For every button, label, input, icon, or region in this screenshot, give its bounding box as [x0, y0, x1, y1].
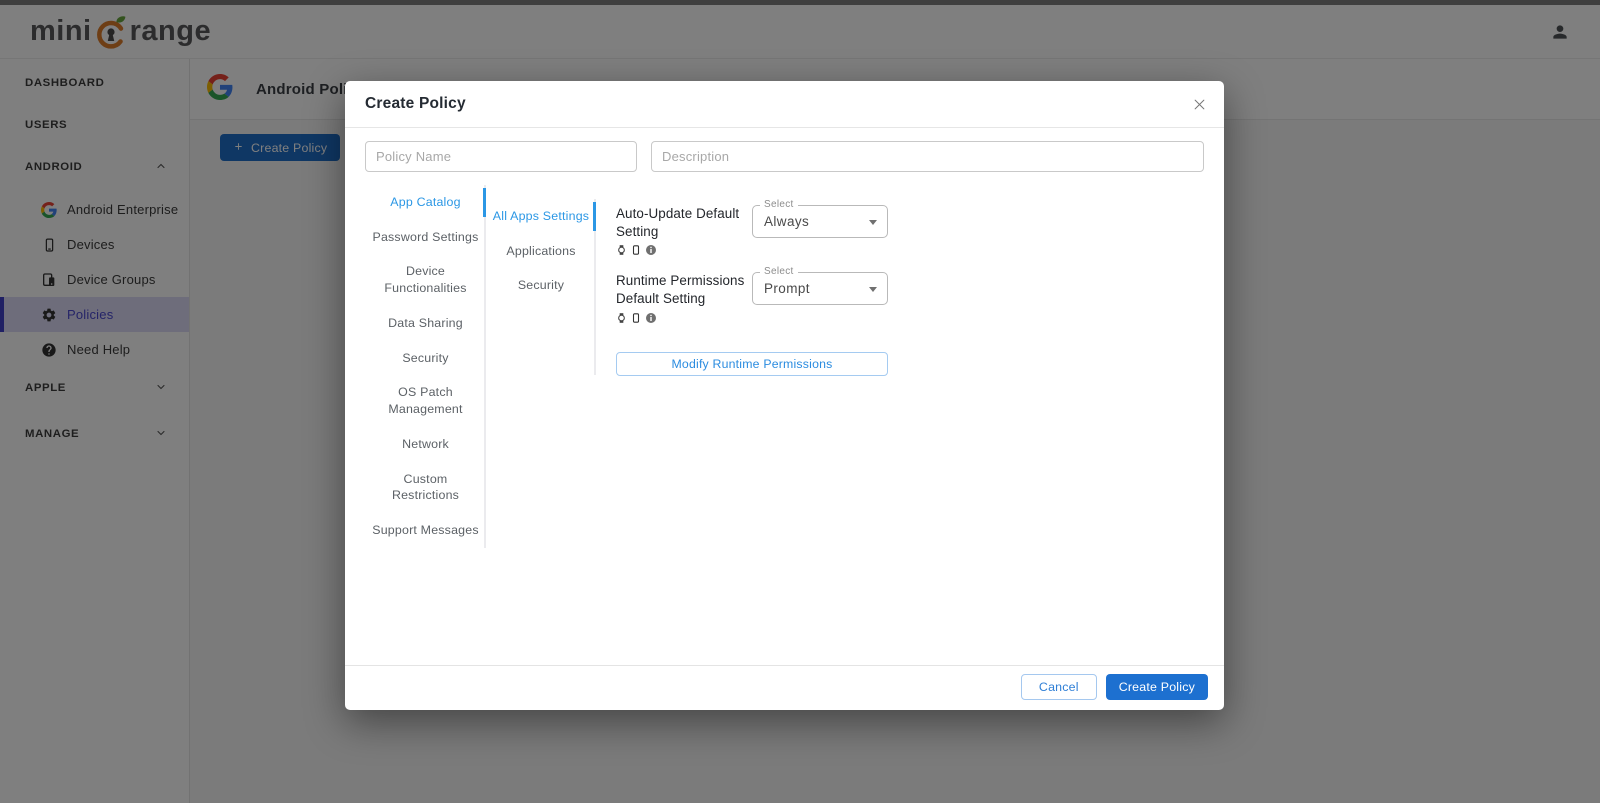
runtime-permissions-setting-label: Runtime Permissions Default Setting [616, 273, 745, 307]
tab-device-functionalities[interactable]: Device Functionalities [365, 254, 486, 305]
tab-security[interactable]: Security [365, 341, 486, 376]
auto-update-select-value: Always [764, 214, 810, 229]
create-policy-modal: Create Policy App Catalog Password Setti… [345, 81, 1224, 710]
modal-header: Create Policy [345, 81, 1224, 128]
tab-os-patch-management[interactable]: OS Patch Management [365, 375, 486, 426]
info-icon[interactable] [645, 243, 657, 261]
smartphone-icon [631, 311, 641, 329]
tab-support-messages[interactable]: Support Messages [365, 513, 486, 548]
description-input[interactable] [651, 141, 1204, 172]
auto-update-select[interactable]: Select Always [752, 199, 888, 238]
policy-name-input[interactable] [365, 141, 637, 172]
subtab-applications[interactable]: Applications [486, 234, 596, 269]
modal-footer: Cancel Create Policy [345, 665, 1224, 710]
watch-icon [616, 311, 627, 329]
caret-down-icon [869, 287, 877, 293]
auto-update-setting-label: Auto-Update Default Setting [616, 206, 740, 239]
runtime-permissions-select-value: Prompt [764, 281, 810, 297]
modify-runtime-permissions-button[interactable]: Modify Runtime Permissions [616, 351, 888, 376]
tab-network[interactable]: Network [365, 427, 486, 462]
tab-app-catalog[interactable]: App Catalog [365, 185, 486, 220]
tab-data-sharing[interactable]: Data Sharing [365, 306, 486, 341]
subtab-all-apps-settings[interactable]: All Apps Settings [486, 199, 596, 234]
close-icon[interactable] [1188, 93, 1210, 115]
runtime-permissions-setting-row: Runtime Permissions Default Setting Sele… [616, 266, 1204, 329]
tab-custom-restrictions[interactable]: Custom Restrictions [365, 462, 486, 513]
select-float-label: Select [760, 199, 798, 210]
platform-icons [616, 243, 752, 261]
watch-icon [616, 243, 627, 261]
policy-category-tabs: App Catalog Password Settings Device Fun… [365, 185, 486, 548]
runtime-permissions-select[interactable]: Select Prompt [752, 266, 888, 306]
tab-password-settings[interactable]: Password Settings [365, 220, 486, 255]
policy-inputs-row [365, 141, 1204, 172]
auto-update-setting-row: Auto-Update Default Setting Select Alway… [616, 199, 1204, 261]
modal-create-policy-button[interactable]: Create Policy [1105, 674, 1208, 700]
info-icon[interactable] [645, 311, 657, 329]
screen: mini range DASHBOARD USERS [0, 0, 1600, 803]
smartphone-icon [631, 243, 641, 261]
platform-icons [616, 311, 752, 329]
caret-down-icon [869, 220, 877, 225]
settings-panel: Auto-Update Default Setting Select Alway… [596, 185, 1204, 376]
cancel-button[interactable]: Cancel [1020, 674, 1097, 700]
policy-panels: App Catalog Password Settings Device Fun… [365, 185, 1204, 548]
app-catalog-subtabs: All Apps Settings Applications Security [486, 199, 596, 375]
modal-body: App Catalog Password Settings Device Fun… [345, 128, 1224, 665]
select-float-label: Select [760, 266, 798, 278]
subtab-security[interactable]: Security [486, 268, 596, 303]
modal-title: Create Policy [365, 95, 466, 112]
